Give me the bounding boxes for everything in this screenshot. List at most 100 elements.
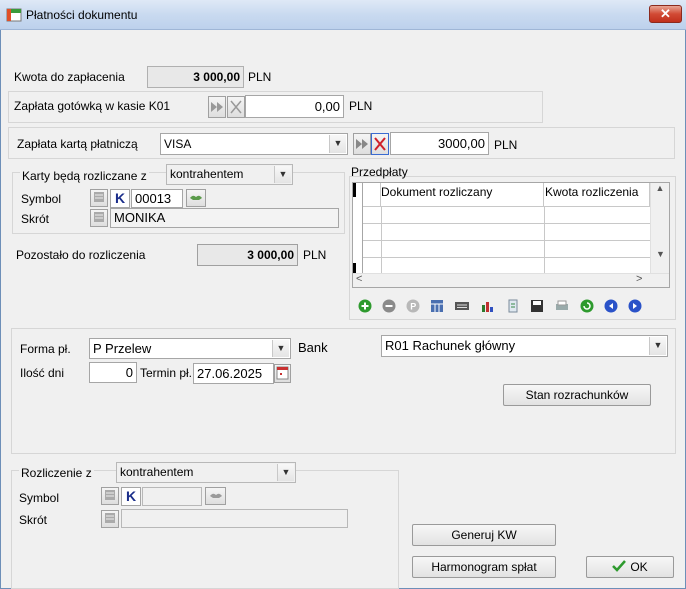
scroll-left-icon[interactable]: <: [356, 273, 362, 285]
card-type-value: VISA: [164, 137, 192, 151]
settlement-contact-button[interactable]: [205, 487, 226, 505]
fast-forward-icon: [211, 102, 223, 112]
app-icon: [6, 8, 22, 22]
p-icon[interactable]: P: [406, 299, 420, 313]
row-marker: [353, 263, 356, 273]
settlement-short-list-button[interactable]: [101, 510, 119, 528]
refresh-icon[interactable]: [580, 299, 594, 313]
scroll-up-icon[interactable]: ▲: [651, 183, 669, 193]
grid-rows: [363, 207, 650, 273]
card-type-select[interactable]: VISA ▼: [160, 133, 348, 155]
window-title: Płatności dokumentu: [26, 8, 138, 22]
document-icon[interactable]: [506, 299, 520, 313]
cash-label: Zapłata gotówką w kasie K01: [14, 99, 171, 113]
first-icon[interactable]: [604, 299, 618, 313]
table-icon[interactable]: [430, 299, 444, 313]
settlement-symbol-list-button[interactable]: [101, 487, 119, 505]
cash-currency: PLN: [349, 99, 373, 113]
cash-forward-button[interactable]: [208, 96, 226, 118]
print-icon[interactable]: [554, 299, 570, 313]
chevron-down-icon[interactable]: ▼: [274, 166, 291, 183]
prepayments-toolbar: P: [358, 297, 668, 315]
save-icon[interactable]: [530, 299, 544, 313]
list-icon: [94, 192, 104, 202]
card-short-input[interactable]: MONIKA: [110, 208, 339, 228]
card-symbol-list-button[interactable]: [90, 189, 108, 207]
payment-form-value: P Przelew: [93, 341, 152, 356]
amount-due-value: 3 000,00: [147, 66, 244, 88]
grid-line: [381, 207, 382, 273]
payment-schedule-button[interactable]: Harmonogram spłat: [412, 556, 556, 578]
prepayments-title: Przedpłaty: [351, 165, 408, 179]
cash-amount-input[interactable]: 0,00: [245, 95, 344, 118]
bank-value: R01 Rachunek główny: [385, 338, 516, 353]
list-icon: [94, 212, 104, 222]
card-forward-button[interactable]: [353, 133, 371, 155]
days-input[interactable]: 0: [89, 362, 137, 383]
clear-icon: [230, 100, 242, 114]
chevron-down-icon[interactable]: ▼: [272, 340, 289, 357]
list-icon: [105, 490, 115, 500]
horizontal-scrollbar[interactable]: < >: [353, 273, 669, 287]
scroll-down-icon[interactable]: ▼: [651, 249, 670, 259]
remaining-label: Pozostało do rozliczenia: [16, 248, 146, 262]
generate-kw-button[interactable]: Generuj KW: [412, 524, 556, 546]
keyboard-icon[interactable]: [454, 299, 470, 313]
card-symbol-input[interactable]: 00013: [131, 189, 183, 208]
amount-due-currency: PLN: [248, 70, 272, 84]
calendar-button[interactable]: [274, 364, 291, 383]
settlement-symbol-input[interactable]: [142, 487, 202, 506]
svg-text:P: P: [410, 302, 416, 312]
bank-select[interactable]: R01 Rachunek główny ▼: [381, 335, 668, 357]
chart-icon[interactable]: [480, 299, 496, 313]
column-amount[interactable]: Kwota rozliczenia: [544, 183, 650, 207]
settlement-short-label: Skrót: [19, 513, 48, 527]
card-symbol-label: Symbol: [21, 192, 62, 206]
last-icon[interactable]: [628, 299, 642, 313]
card-label: Zapłata kartą płatniczą: [17, 137, 138, 151]
remaining-value: 3 000,00: [197, 244, 298, 266]
card-settlement-select[interactable]: kontrahentem ▼: [166, 164, 293, 185]
handshake-icon: [190, 195, 202, 200]
payment-form-select[interactable]: P Przelew ▼: [89, 338, 291, 359]
settlement-short-input[interactable]: [121, 509, 348, 528]
calendar-icon: [276, 366, 289, 380]
settlement-value: kontrahentem: [120, 465, 194, 479]
card-settlement-label: Karty będą rozliczane z: [20, 169, 149, 183]
card-amount-input[interactable]: 3000,00: [390, 132, 489, 155]
remaining-currency: PLN: [303, 248, 327, 262]
ok-button[interactable]: OK: [586, 556, 674, 578]
column-document[interactable]: Dokument rozliczany: [381, 183, 544, 207]
card-contact-button[interactable]: [186, 189, 206, 207]
prepayments-grid[interactable]: Dokument rozliczany Kwota rozliczenia ▲ …: [352, 182, 670, 288]
form-label: Forma pł.: [20, 342, 71, 356]
card-short-label: Skrót: [21, 212, 50, 226]
vertical-scrollbar[interactable]: ▲ ▼: [650, 183, 669, 273]
settlement-label: Rozliczenie z: [19, 466, 94, 480]
settlement-select[interactable]: kontrahentem ▼: [116, 462, 296, 483]
due-date-label: Termin pł.: [140, 366, 193, 380]
days-label: Ilość dni: [20, 366, 65, 380]
list-icon: [105, 513, 115, 523]
cash-clear-button[interactable]: [227, 96, 245, 118]
settlement-type-letter: K: [121, 487, 141, 506]
add-icon[interactable]: [358, 299, 372, 313]
chevron-down-icon[interactable]: ▼: [649, 337, 666, 355]
card-settlement-value: kontrahentem: [170, 167, 244, 181]
due-date-input[interactable]: 27.06.2025: [193, 363, 274, 384]
close-button[interactable]: ✕: [649, 5, 682, 23]
remove-icon[interactable]: [382, 299, 396, 313]
card-type-letter: K: [110, 189, 130, 208]
grid-line: [544, 207, 545, 273]
bank-label: Bank: [298, 340, 328, 355]
card-short-list-button[interactable]: [90, 209, 108, 227]
account-status-button[interactable]: Stan rozrachunków: [503, 384, 651, 406]
grid-header-cell: [363, 183, 381, 207]
card-clear-button[interactable]: [371, 133, 389, 155]
chevron-down-icon[interactable]: ▼: [329, 135, 346, 153]
amount-due-label: Kwota do zapłacenia: [14, 70, 125, 84]
scroll-right-icon[interactable]: >: [636, 273, 642, 285]
card-currency: PLN: [494, 138, 518, 152]
ok-label: OK: [630, 560, 648, 574]
chevron-down-icon[interactable]: ▼: [277, 464, 294, 481]
